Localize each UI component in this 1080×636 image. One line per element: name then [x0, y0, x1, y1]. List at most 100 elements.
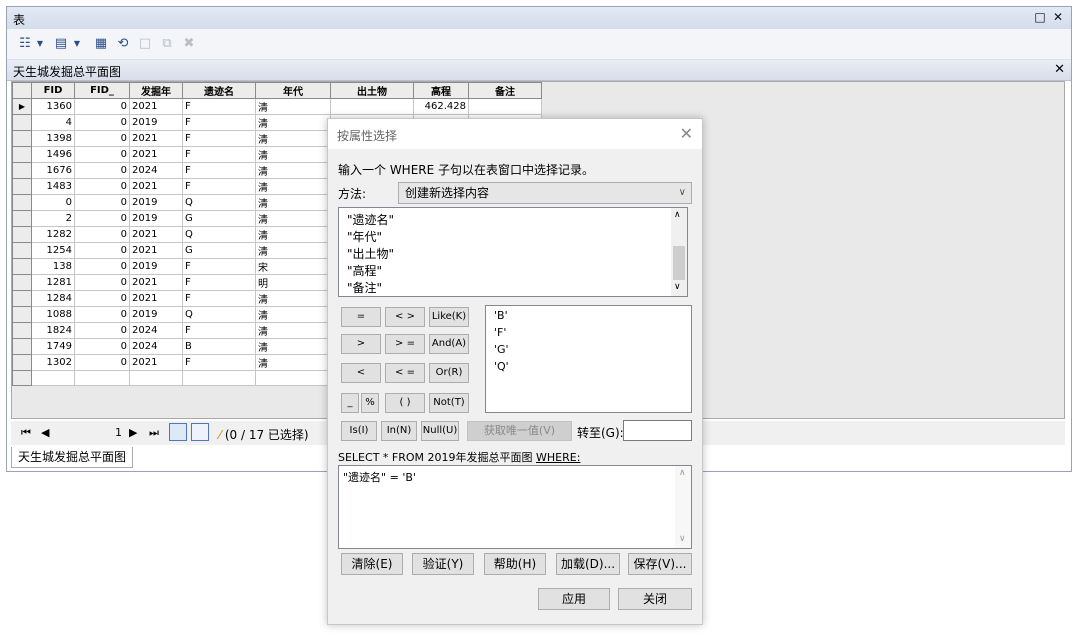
row-selector[interactable]: [12, 354, 32, 371]
not-button[interactable]: Not(T): [429, 393, 469, 413]
row-selector[interactable]: [12, 146, 32, 163]
table-cell[interactable]: 4: [31, 114, 75, 131]
table-cell[interactable]: 2021: [129, 178, 183, 195]
method-select[interactable]: 创建新选择内容 ∨: [398, 182, 692, 204]
related-tables-icon[interactable]: ▤: [53, 36, 69, 52]
percent-button[interactable]: %: [361, 393, 379, 413]
table-cell[interactable]: 0: [74, 242, 130, 259]
table-cell[interactable]: 138: [31, 258, 75, 275]
row-selector[interactable]: [12, 306, 32, 323]
close-icon[interactable]: ✕: [1054, 62, 1065, 77]
table-cell[interactable]: 1302: [31, 354, 75, 371]
table-cell[interactable]: Q: [182, 226, 256, 243]
row-selector[interactable]: [12, 258, 32, 275]
help-button[interactable]: 帮助(H): [484, 553, 546, 575]
like-button[interactable]: Like(K): [429, 307, 469, 327]
clear-button[interactable]: 清除(E): [341, 553, 403, 575]
table-cell[interactable]: 1360: [31, 98, 75, 115]
goto-input[interactable]: [623, 420, 692, 441]
row-selector[interactable]: [12, 370, 32, 386]
row-selector[interactable]: [12, 162, 32, 179]
table-cell[interactable]: B: [182, 338, 256, 355]
table-cell[interactable]: 清: [255, 130, 331, 147]
table-cell[interactable]: 0: [74, 194, 130, 211]
previous-record-icon[interactable]: ◀: [41, 426, 49, 439]
table-cell[interactable]: F: [182, 322, 256, 339]
table-cell[interactable]: 1284: [31, 290, 75, 307]
table-cell[interactable]: 0: [74, 226, 130, 243]
chevron-down-icon[interactable]: ∨: [674, 282, 681, 292]
table-cell[interactable]: 0: [74, 162, 130, 179]
and-button[interactable]: And(A): [429, 334, 469, 354]
next-record-icon[interactable]: ▶: [129, 426, 137, 439]
scrollbar-thumb[interactable]: [673, 246, 685, 280]
current-record-input[interactable]: 1: [106, 426, 122, 439]
table-cell[interactable]: 清: [255, 242, 331, 259]
table-cell[interactable]: 1749: [31, 338, 75, 355]
table-cell[interactable]: 2021: [129, 274, 183, 291]
column-header[interactable]: 发掘年: [129, 82, 183, 99]
delete-selected-icon[interactable]: ✖: [181, 36, 197, 52]
chevron-up-icon[interactable]: ∧: [674, 210, 681, 220]
table-cell[interactable]: 清: [255, 98, 331, 115]
null-button[interactable]: Null(U): [421, 421, 459, 441]
maximize-icon[interactable]: □: [1033, 10, 1047, 24]
table-cell[interactable]: [31, 370, 75, 386]
row-selector[interactable]: [12, 338, 32, 355]
table-cell[interactable]: G: [182, 242, 256, 259]
column-header[interactable]: 年代: [255, 82, 331, 99]
row-selector[interactable]: [12, 178, 32, 195]
show-selected-records-icon[interactable]: [191, 423, 209, 441]
table-cell[interactable]: 2019: [129, 194, 183, 211]
table-cell[interactable]: 清: [255, 226, 331, 243]
table-cell[interactable]: F: [182, 290, 256, 307]
table-cell[interactable]: 2021: [129, 226, 183, 243]
table-cell[interactable]: F: [182, 98, 256, 115]
table-cell[interactable]: 清: [255, 210, 331, 227]
table-cell[interactable]: 清: [255, 146, 331, 163]
parentheses-button[interactable]: ( ): [385, 393, 425, 413]
row-selector[interactable]: [12, 274, 32, 291]
apply-button[interactable]: 应用: [538, 588, 610, 610]
table-cell[interactable]: 0: [74, 338, 130, 355]
value-item[interactable]: 'F': [494, 326, 506, 339]
field-item[interactable]: "年代": [347, 228, 382, 245]
current-row-indicator[interactable]: ▶: [12, 98, 32, 115]
verify-button[interactable]: 验证(Y): [412, 553, 474, 575]
table-cell[interactable]: 2021: [129, 290, 183, 307]
table-cell[interactable]: 1483: [31, 178, 75, 195]
table-cell[interactable]: F: [182, 274, 256, 291]
table-cell[interactable]: 清: [255, 338, 331, 355]
table-cell[interactable]: [129, 370, 183, 386]
column-header[interactable]: FID_: [74, 82, 130, 99]
table-cell[interactable]: 2021: [129, 146, 183, 163]
table-cell[interactable]: 2019: [129, 258, 183, 275]
close-icon[interactable]: ✕: [1051, 10, 1065, 24]
table-cell[interactable]: 清: [255, 114, 331, 131]
select-by-attributes-icon[interactable]: ▦: [93, 36, 109, 52]
greater-than-button[interactable]: >: [341, 334, 381, 354]
zoom-to-selected-icon[interactable]: ⧉: [159, 36, 175, 52]
table-row[interactable]: ▶ 1360 0 2021 F 清 462.428: [12, 98, 542, 115]
in-button[interactable]: In(N): [381, 421, 417, 441]
table-cell[interactable]: 清: [255, 354, 331, 371]
field-item[interactable]: "遗迹名": [347, 211, 394, 228]
field-list-scrollbar[interactable]: ∧ ∨: [671, 208, 687, 296]
table-cell[interactable]: F: [182, 258, 256, 275]
row-selector[interactable]: [12, 322, 32, 339]
close-icon[interactable]: ✕: [680, 124, 693, 143]
table-cell[interactable]: 2019: [129, 210, 183, 227]
less-than-button[interactable]: <: [341, 363, 381, 383]
table-cell[interactable]: [74, 370, 130, 386]
table-cell[interactable]: 0: [74, 290, 130, 307]
table-cell[interactable]: [330, 98, 414, 115]
not-equals-button[interactable]: < >: [385, 307, 425, 327]
row-selector[interactable]: [12, 210, 32, 227]
column-header[interactable]: 高程: [413, 82, 469, 99]
table-cell[interactable]: F: [182, 114, 256, 131]
less-equal-button[interactable]: < =: [385, 363, 425, 383]
table-cell[interactable]: 1282: [31, 226, 75, 243]
load-button[interactable]: 加载(D)...: [556, 553, 620, 575]
table-cell[interactable]: Q: [182, 194, 256, 211]
table-cell[interactable]: 清: [255, 290, 331, 307]
